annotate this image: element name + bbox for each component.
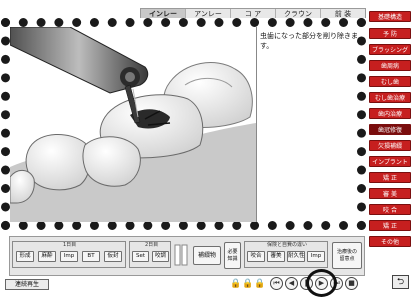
imp-compare-button[interactable]: Imp [307,251,325,262]
knowledge-button[interactable]: 必要 知識 [224,242,241,269]
sidebar-item-basic-structure[interactable]: 基礎構造 [369,11,411,22]
insurance-group-title: 保険と自費の違い [267,242,308,248]
occlusion-compare-button[interactable]: 咬合 [247,251,265,262]
sidebar-item-ortho-2[interactable]: 矯 正 [369,220,411,231]
stop-icon[interactable]: ■ [345,277,358,290]
step-anesthesia-button[interactable]: 麻酔 [38,251,56,262]
step-temporary-seal-button[interactable]: 仮封 [104,251,122,262]
lock-icon[interactable]: 🔒 [242,279,253,289]
rewind-icon[interactable]: ⏮ [270,277,283,290]
return-button[interactable]: ⮌ [392,275,409,289]
step-impression-button[interactable]: Imp [60,251,78,262]
bottom-panel: 1日目 形成 麻酔 Imp BT 仮封 2日目 Set 咬調 補綴物 必要 知識… [9,236,365,276]
lock-icon[interactable]: 🔒 [254,279,265,289]
sidebar-item-caries[interactable]: むし歯 [369,76,411,87]
highlight-circle [306,269,337,297]
step-preparation-button[interactable]: 形成 [16,251,34,262]
step-bite-adjust-button[interactable]: 咬調 [152,251,169,262]
tooth-illustration [10,27,257,222]
sidebar-item-implant[interactable]: インプラント [369,156,411,167]
sidebar-item-ortho-1[interactable]: 矯 正 [369,172,411,183]
sidebar-item-aesthetic[interactable]: 審 美 [369,188,411,199]
sidebar-item-brushing[interactable]: ブラッシング [369,44,411,55]
sidebar-item-periodontal[interactable]: 歯周病 [369,60,411,71]
sidebar-item-caries-treatment[interactable]: むし歯治療 [369,92,411,103]
sidebar-item-prosthesis[interactable]: 欠損補綴 [369,140,411,151]
step-bt-button[interactable]: BT [82,251,100,262]
day1-title: 1日目 [63,242,77,248]
insurance-vs-private-group: 保険と自費の違い 咬合 審美 耐久性 Imp [244,241,328,268]
sidebar-item-prevention[interactable]: 予 防 [369,28,411,39]
step-set-button[interactable]: Set [132,251,149,262]
day2-title: 2日目 [145,242,159,248]
durability-compare-button[interactable]: 耐久性 [287,251,305,262]
aftercare-button[interactable]: 治療後の 留意点 [332,242,362,269]
sidebar-item-crown-restoration[interactable]: 歯冠修復 [369,124,411,135]
description-text: 虫歯になった部分を削り除きます。 [260,32,358,50]
sidebar-item-other[interactable]: その他 [369,236,411,247]
day2-group: 2日目 Set 咬調 [129,241,171,268]
back-icon[interactable]: ◀ [285,277,298,290]
book-icon [174,243,188,267]
aesthetics-compare-button[interactable]: 審美 [267,251,285,262]
sidebar-item-occlusion[interactable]: 咬 合 [369,204,411,215]
lock-icon[interactable]: 🔒 [230,279,241,289]
day1-group: 1日目 形成 麻酔 Imp BT 仮封 [12,241,126,268]
sidebar-item-endodontic[interactable]: 歯内治療 [369,108,411,119]
drill-tooth-graphic [10,27,256,222]
prosthesis-button[interactable]: 補綴物 [193,246,221,265]
continuous-play-button[interactable]: 連続再生 [5,279,49,290]
